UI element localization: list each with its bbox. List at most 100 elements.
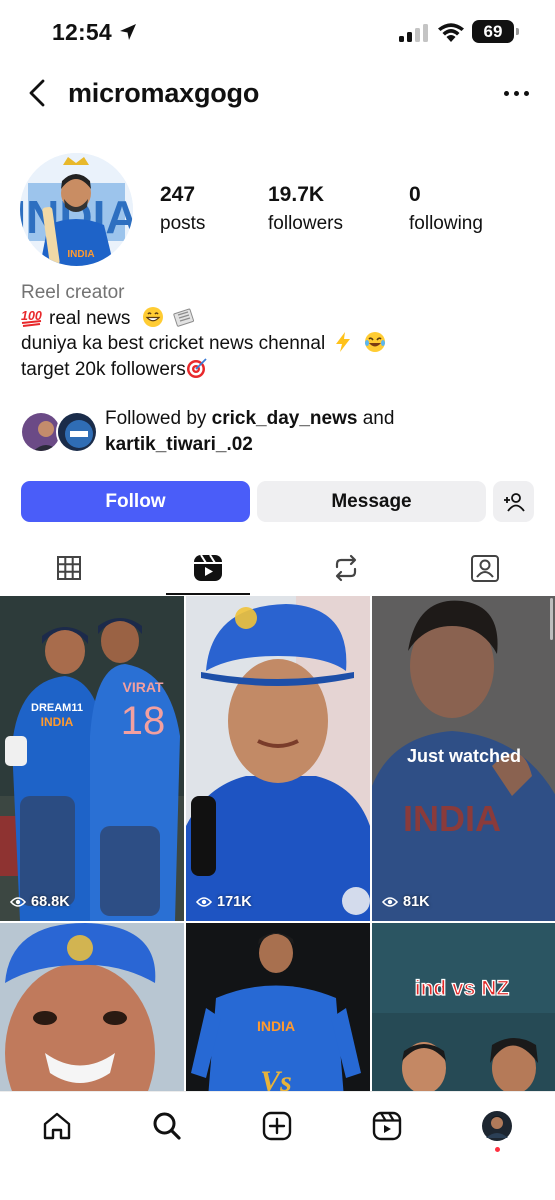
just-watched-label: Just watched: [406, 746, 522, 766]
stat-posts-label: posts: [160, 213, 206, 234]
reel-thumbnail[interactable]: [0, 923, 184, 1091]
create-post-icon: [262, 1111, 292, 1141]
reel-image: INDIA Vs: [186, 923, 370, 1091]
eye-icon: [10, 897, 26, 907]
mutual-user-2[interactable]: kartik_tiwari_.02: [105, 434, 253, 455]
mutual-avatar-2: [56, 411, 98, 453]
stat-following-label: following: [409, 213, 483, 234]
notification-dot: [495, 1147, 500, 1152]
view-count-text: 68.8K: [31, 894, 70, 910]
grinning-face-icon: [142, 306, 163, 327]
reels-icon: [194, 553, 222, 581]
bio-line: target 20k followers: [21, 357, 541, 383]
mutual-followers-text: Followed by crick_day_news and kartik_ti…: [105, 406, 394, 457]
reel-thumbnail[interactable]: 171K: [186, 596, 370, 921]
jersey-number: 18: [121, 699, 166, 743]
nav-profile[interactable]: [472, 1106, 522, 1146]
profile-header: micromaxgogo: [0, 62, 555, 126]
profile-username: micromaxgogo: [68, 78, 260, 108]
reel-thumbnail[interactable]: ind vs NZ: [372, 923, 555, 1091]
profile-tabs: [0, 540, 555, 595]
more-dot-icon: [523, 90, 529, 96]
view-count-text: 81K: [403, 894, 430, 910]
view-count: 68.8K: [10, 894, 70, 910]
battery-indicator: 69: [472, 20, 519, 43]
profile-avatar-small: [482, 1111, 512, 1141]
lightning-icon: [336, 332, 351, 352]
add-person-icon: [503, 492, 525, 512]
mutual-followers[interactable]: Followed by crick_day_news and kartik_ti…: [20, 405, 540, 461]
stat-followers-count: 19.7K: [268, 183, 325, 206]
view-count-text: 171K: [217, 894, 252, 910]
target-icon: [186, 357, 207, 378]
nav-home[interactable]: [32, 1106, 82, 1146]
hundred-points-icon: 100: [21, 309, 42, 327]
bottom-navigation: [0, 1091, 555, 1200]
scroll-indicator[interactable]: [550, 598, 553, 640]
tab-posts[interactable]: [0, 540, 138, 595]
bio-line: duniya ka best cricket news chennal: [21, 331, 541, 357]
bio-line-3: target 20k followers: [21, 358, 186, 380]
reel-image: [0, 923, 184, 1091]
cellular-signal-icon: [399, 24, 429, 42]
nav-create[interactable]: [252, 1106, 302, 1146]
reel-title: ind vs NZ: [415, 977, 510, 1000]
reel-image: DREAM11 INDIA VIRAT 18: [0, 596, 184, 921]
nav-search[interactable]: [142, 1106, 192, 1146]
stat-following[interactable]: 0 following: [409, 183, 483, 235]
repost-icon: [335, 554, 357, 581]
home-icon: [43, 1112, 71, 1140]
back-button[interactable]: [20, 76, 54, 110]
jersey-team: INDIA: [41, 715, 74, 729]
search-icon: [153, 1112, 181, 1140]
grid-icon: [57, 555, 81, 580]
message-button[interactable]: Message: [257, 481, 486, 522]
bio-line-2: duniya ka best cricket news chennal: [21, 333, 326, 354]
vs-text: Vs: [260, 1065, 292, 1091]
tagged-icon: [471, 554, 499, 582]
reel-thumbnail[interactable]: DREAM11 INDIA VIRAT 18 68.8K: [0, 596, 184, 921]
avatar-jersey-text: INDIA: [67, 249, 94, 260]
active-tab-indicator: [166, 593, 250, 595]
avatar-image: INDIA INDIA: [20, 153, 133, 266]
bio-line: 100 real news: [21, 306, 541, 332]
view-count: 171K: [196, 894, 252, 910]
laughing-tears-icon: [364, 332, 385, 352]
profile-category: Reel creator: [21, 282, 125, 303]
follow-button[interactable]: Follow: [21, 481, 250, 522]
reel-image: ind vs NZ: [372, 923, 555, 1091]
suggested-users-button[interactable]: [493, 481, 534, 522]
wifi-icon: [438, 23, 464, 42]
followed-by-joiner: and: [362, 408, 395, 429]
nav-reels[interactable]: [362, 1106, 412, 1146]
reel-thumbnail[interactable]: INDIA Vs: [186, 923, 370, 1091]
mutual-user-1[interactable]: crick_day_news: [212, 408, 358, 429]
more-options-button[interactable]: [499, 82, 533, 104]
bio-line-1: real news: [49, 307, 131, 329]
stat-followers-label: followers: [268, 213, 343, 234]
location-arrow-icon: [120, 24, 136, 40]
newspaper-icon: [173, 308, 194, 327]
eye-icon: [382, 897, 398, 907]
chevron-left-icon: [29, 79, 45, 107]
followed-by-prefix: Followed by: [105, 408, 207, 429]
tab-tagged[interactable]: [416, 540, 554, 595]
jersey-name: VIRAT: [123, 679, 164, 695]
stat-followers[interactable]: 19.7K followers: [268, 183, 343, 235]
view-count: 81K: [382, 894, 430, 910]
jersey-team-large: INDIA: [403, 798, 501, 839]
jersey-sponsor: DREAM11: [31, 702, 83, 714]
reel-image: [186, 596, 370, 921]
stat-posts-count: 247: [160, 183, 196, 206]
profile-bio: Reel creator 100 real news duniya ka bes…: [21, 280, 541, 382]
status-time: 12:54: [52, 19, 112, 45]
stat-posts[interactable]: 247 posts: [160, 183, 205, 235]
reel-thumbnail[interactable]: INDIA Just watched 81K: [372, 596, 555, 921]
tab-reposts[interactable]: [277, 540, 415, 595]
status-bar: 12:54 69: [0, 0, 555, 62]
stat-following-count: 0: [409, 183, 421, 206]
profile-avatar[interactable]: INDIA INDIA: [20, 153, 133, 266]
tab-reels[interactable]: [139, 540, 277, 595]
more-dot-icon: [503, 90, 509, 96]
jersey-team-small: INDIA: [257, 1018, 295, 1034]
